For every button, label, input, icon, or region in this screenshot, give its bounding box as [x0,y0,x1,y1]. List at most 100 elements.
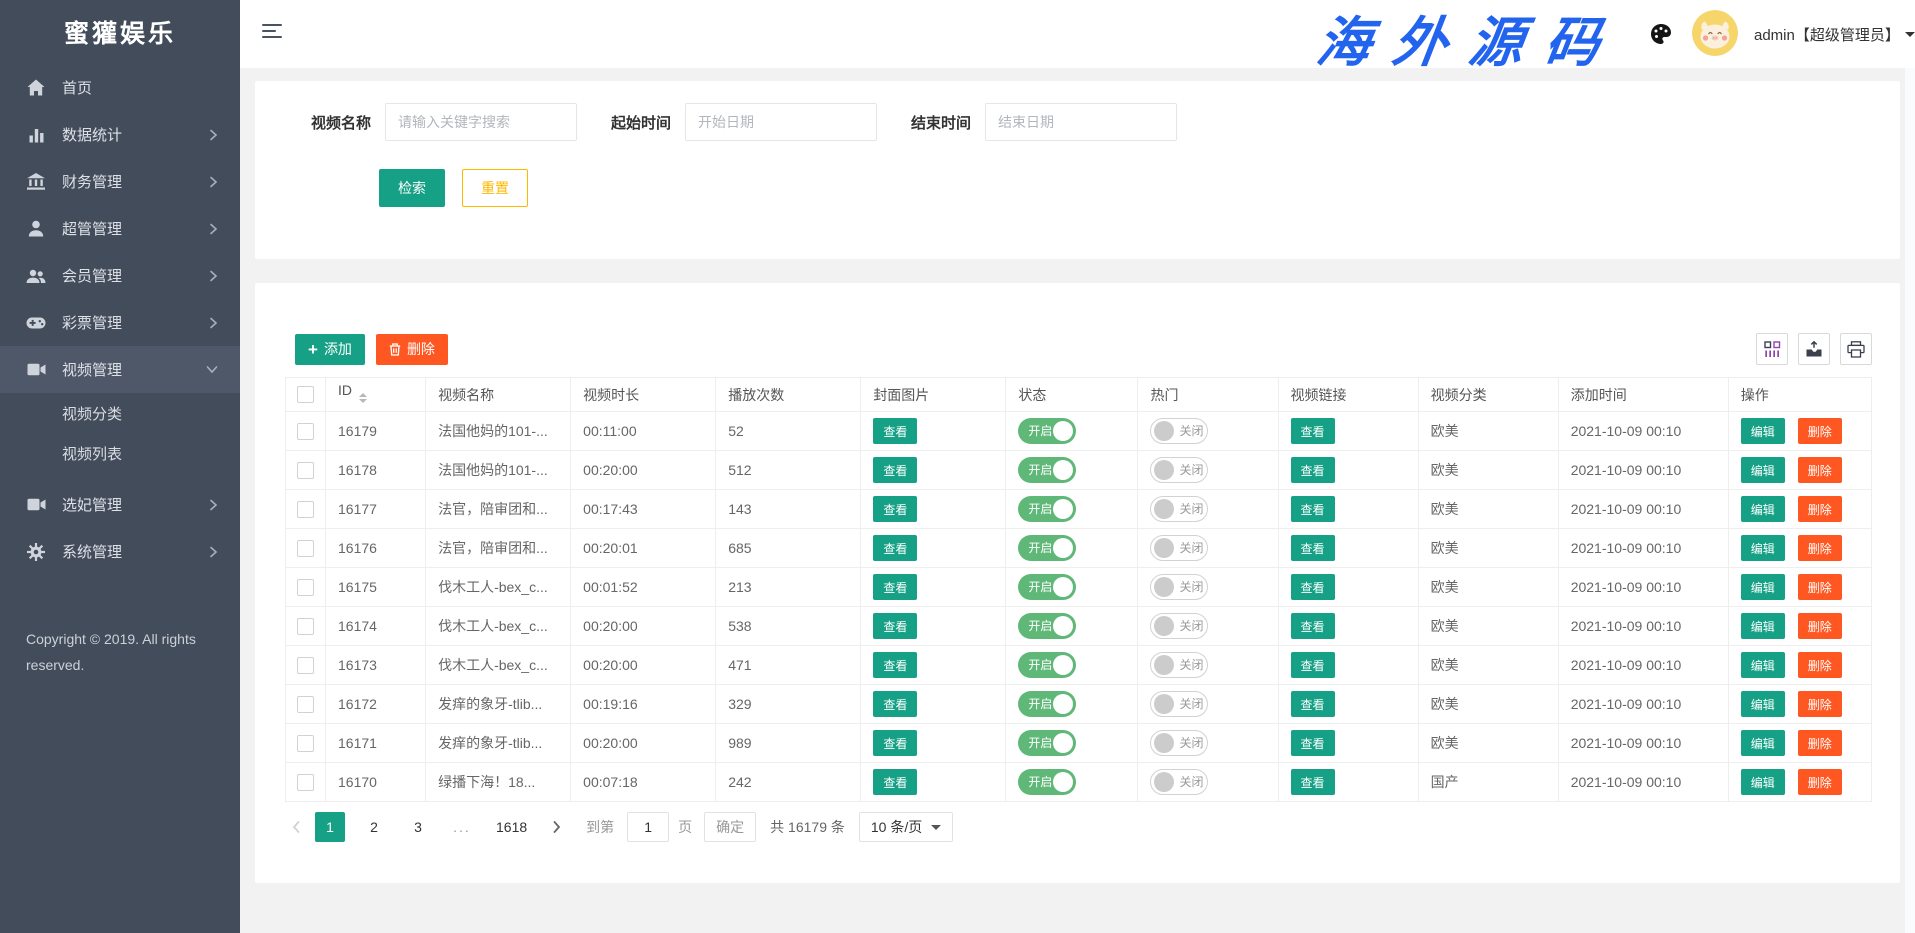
view-cover-button[interactable]: 查看 [873,613,917,639]
view-link-button[interactable]: 查看 [1291,496,1335,522]
row-checkbox[interactable] [297,774,314,791]
sidebar-item-system[interactable]: 系统管理 [0,528,240,575]
theme-palette-icon[interactable] [1650,23,1672,50]
delete-row-button[interactable]: 删除 [1798,574,1842,600]
scrollbar[interactable] [1905,0,1915,933]
edit-button[interactable]: 编辑 [1741,457,1785,483]
pagination-page-1[interactable]: 1 [315,812,345,842]
edit-button[interactable]: 编辑 [1741,418,1785,444]
row-checkbox[interactable] [297,423,314,440]
sort-icon[interactable] [359,389,367,407]
status-toggle[interactable]: 开启 [1018,691,1076,717]
delete-row-button[interactable]: 删除 [1798,418,1842,444]
row-checkbox[interactable] [297,579,314,596]
batch-delete-button[interactable]: 删除 [376,334,448,365]
delete-row-button[interactable]: 删除 [1798,457,1842,483]
status-toggle[interactable]: 开启 [1018,496,1076,522]
delete-row-button[interactable]: 删除 [1798,691,1842,717]
pagination-page-1618[interactable]: 1618 [491,812,532,842]
sidebar-item-lottery[interactable]: 彩票管理 [0,299,240,346]
view-cover-button[interactable]: 查看 [873,769,917,795]
view-link-button[interactable]: 查看 [1291,691,1335,717]
hot-toggle[interactable]: 关闭 [1150,457,1208,483]
view-link-button[interactable]: 查看 [1291,730,1335,756]
hot-toggle[interactable]: 关闭 [1150,652,1208,678]
edit-button[interactable]: 编辑 [1741,730,1785,756]
row-checkbox[interactable] [297,735,314,752]
view-cover-button[interactable]: 查看 [873,652,917,678]
hot-toggle[interactable]: 关闭 [1150,730,1208,756]
end-date-input[interactable] [985,103,1177,141]
pagination-page-3[interactable]: 3 [403,812,433,842]
admin-menu[interactable]: admin【超级管理员】 [1754,0,1915,68]
status-toggle[interactable]: 开启 [1018,769,1076,795]
row-checkbox[interactable] [297,657,314,674]
delete-row-button[interactable]: 删除 [1798,496,1842,522]
status-toggle[interactable]: 开启 [1018,418,1076,444]
view-cover-button[interactable]: 查看 [873,496,917,522]
row-checkbox[interactable] [297,501,314,518]
view-cover-button[interactable]: 查看 [873,457,917,483]
edit-button[interactable]: 编辑 [1741,535,1785,561]
filter-columns-button[interactable] [1756,333,1788,365]
select-all-checkbox[interactable] [297,386,314,403]
view-cover-button[interactable]: 查看 [873,535,917,561]
sidebar-item-finance[interactable]: 财务管理 [0,158,240,205]
view-cover-button[interactable]: 查看 [873,691,917,717]
pagination-page-2[interactable]: 2 [359,812,389,842]
sidebar-toggle-icon[interactable] [262,24,282,42]
view-link-button[interactable]: 查看 [1291,457,1335,483]
prev-page-button[interactable] [285,812,307,842]
search-button[interactable]: 检索 [379,169,445,207]
delete-row-button[interactable]: 删除 [1798,652,1842,678]
edit-button[interactable]: 编辑 [1741,652,1785,678]
export-button[interactable] [1798,333,1830,365]
edit-button[interactable]: 编辑 [1741,613,1785,639]
view-link-button[interactable]: 查看 [1291,769,1335,795]
sidebar-item-home[interactable]: 首页 [0,64,240,111]
status-toggle[interactable]: 开启 [1018,457,1076,483]
video-name-input[interactable] [385,103,577,141]
confirm-page-button[interactable]: 确定 [704,812,756,842]
next-page-button[interactable] [546,812,568,842]
goto-page-input[interactable] [627,812,669,842]
delete-row-button[interactable]: 删除 [1798,535,1842,561]
view-link-button[interactable]: 查看 [1291,418,1335,444]
view-cover-button[interactable]: 查看 [873,574,917,600]
hot-toggle[interactable]: 关闭 [1150,535,1208,561]
delete-row-button[interactable]: 删除 [1798,730,1842,756]
view-link-button[interactable]: 查看 [1291,652,1335,678]
reset-button[interactable]: 重置 [462,169,528,207]
sidebar-subitem-1[interactable]: 视频列表 [0,433,240,473]
add-button[interactable]: + 添加 [295,334,365,365]
row-checkbox[interactable] [297,462,314,479]
start-date-input[interactable] [685,103,877,141]
hot-toggle[interactable]: 关闭 [1150,769,1208,795]
delete-row-button[interactable]: 删除 [1798,613,1842,639]
sidebar-subitem-0[interactable]: 视频分类 [0,393,240,433]
per-page-select[interactable]: 10 条/页 [859,812,953,842]
status-toggle[interactable]: 开启 [1018,535,1076,561]
edit-button[interactable]: 编辑 [1741,691,1785,717]
edit-button[interactable]: 编辑 [1741,496,1785,522]
sidebar-item-superadmin[interactable]: 超管管理 [0,205,240,252]
edit-button[interactable]: 编辑 [1741,769,1785,795]
hot-toggle[interactable]: 关闭 [1150,496,1208,522]
status-toggle[interactable]: 开启 [1018,574,1076,600]
status-toggle[interactable]: 开启 [1018,730,1076,756]
status-toggle[interactable]: 开启 [1018,613,1076,639]
sidebar-item-xuanfei[interactable]: 选妃管理 [0,481,240,528]
sidebar-item-members[interactable]: 会员管理 [0,252,240,299]
row-checkbox[interactable] [297,696,314,713]
status-toggle[interactable]: 开启 [1018,652,1076,678]
print-button[interactable] [1840,333,1872,365]
col-id[interactable]: ID [326,378,426,412]
hot-toggle[interactable]: 关闭 [1150,574,1208,600]
row-checkbox[interactable] [297,540,314,557]
row-checkbox[interactable] [297,618,314,635]
sidebar-item-stats[interactable]: 数据统计 [0,111,240,158]
view-cover-button[interactable]: 查看 [873,730,917,756]
delete-row-button[interactable]: 删除 [1798,769,1842,795]
edit-button[interactable]: 编辑 [1741,574,1785,600]
hot-toggle[interactable]: 关闭 [1150,613,1208,639]
